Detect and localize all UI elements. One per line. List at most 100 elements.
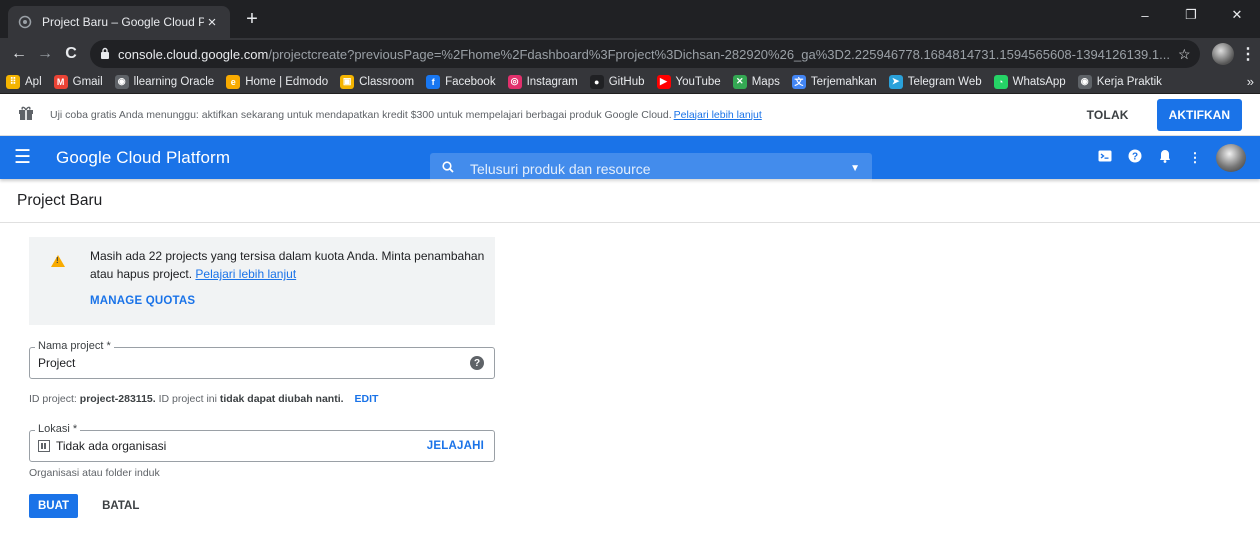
page-title: Project Baru	[17, 191, 103, 209]
create-button[interactable]: BUAT	[29, 494, 79, 518]
project-id-hint: ID project: project-283115. ID project i…	[29, 393, 1260, 405]
bookmark-label: llearning Oracle	[133, 75, 215, 88]
bookmark-home-edmodo[interactable]: e Home | Edmodo	[226, 74, 329, 89]
youtube-icon: ▶	[656, 74, 671, 89]
bookmark-kerja-praktik[interactable]: ◉ Kerja Praktik	[1077, 74, 1162, 89]
reload-icon[interactable]: C	[58, 40, 84, 68]
project-name-input[interactable]: Project	[38, 356, 75, 370]
chevron-down-icon[interactable]: ▼	[850, 163, 860, 174]
browse-location-button[interactable]: JELAJAHI	[427, 440, 484, 452]
bookmark-facebook[interactable]: f Facebook	[426, 74, 496, 89]
project-name-label: Nama project *	[35, 340, 114, 352]
bookmark-label: YouTube	[675, 75, 721, 88]
bookmark-label: Telegram Web	[907, 75, 982, 88]
bookmarks-bar: ⠿ Apl M Gmail ◉ llearning Oracle e Home | Edmod…	[0, 70, 1260, 94]
browser-toolbar: ← → C console.cloud.google.com /projectc…	[0, 38, 1260, 70]
translate-icon: 文	[791, 74, 806, 89]
globe-icon: ◉	[114, 74, 129, 89]
cancel-button[interactable]: BATAL	[102, 500, 139, 512]
bookmark-label: Maps	[751, 75, 780, 88]
bookmark-label: Classroom	[359, 75, 415, 88]
manage-quotas-button[interactable]: MANAGE QUOTAS	[90, 295, 495, 307]
bookmark-llearning-oracle[interactable]: ◉ llearning Oracle	[114, 74, 215, 89]
activate-button[interactable]: AKTIFKAN	[1156, 98, 1242, 131]
whatsapp-icon: ◔	[993, 74, 1008, 89]
bookmark-terjemahkan[interactable]: 文 Terjemahkan	[791, 74, 877, 89]
product-title[interactable]: Google Cloud Platform	[56, 148, 230, 168]
warning-icon	[51, 255, 65, 267]
bookmark-label: WhatsApp	[1012, 75, 1066, 88]
location-hint: Organisasi atau folder induk	[29, 467, 160, 479]
form-actions: BUAT BATAL	[29, 494, 1260, 518]
search-icon	[442, 161, 454, 176]
tab-title: Project Baru – Google Cloud Platf	[42, 15, 204, 29]
url-path: /projectcreate?previousPage=%2Fhome%2Fda…	[268, 46, 1170, 62]
classroom-icon: ▣	[340, 74, 355, 89]
bookmark-youtube[interactable]: ▶ YouTube	[656, 74, 721, 89]
hamburger-menu-icon[interactable]: ☰	[14, 146, 38, 169]
new-tab-icon[interactable]: +	[240, 7, 264, 31]
bookmarks-overflow-icon[interactable]: »	[1247, 74, 1254, 89]
gcp-favicon-icon	[18, 15, 32, 29]
bookmark-apl[interactable]: ⠿ Apl	[6, 74, 42, 89]
window-controls: – ❐ ✕	[1122, 0, 1260, 30]
gift-icon	[18, 105, 38, 124]
project-name-field[interactable]: Nama project * Project ?	[29, 340, 495, 379]
browser-menu-icon[interactable]: ⋮	[1240, 44, 1256, 64]
bookmark-star-icon[interactable]: ☆	[1170, 46, 1191, 63]
cloud-shell-icon[interactable]	[1090, 149, 1120, 166]
apps-grid-icon: ⠿	[6, 74, 20, 89]
bookmark-label: Apl	[25, 75, 42, 88]
svg-text:?: ?	[1132, 152, 1138, 163]
project-id-value: project-283115.	[79, 393, 156, 405]
search-bar[interactable]: Telusuri produk dan resource ▼	[430, 153, 872, 184]
lock-icon	[100, 47, 110, 62]
search-placeholder: Telusuri produk dan resource	[470, 160, 651, 177]
project-id-prefix: ID project:	[29, 393, 77, 405]
bookmark-telegram-web[interactable]: ➤ Telegram Web	[888, 74, 982, 89]
bookmark-whatsapp[interactable]: ◔ WhatsApp	[993, 74, 1066, 89]
organization-building-icon	[38, 440, 50, 452]
back-icon[interactable]: ←	[6, 40, 32, 68]
instagram-icon: ◎	[507, 74, 522, 89]
bookmark-gmail[interactable]: M Gmail	[53, 74, 103, 89]
bookmark-classroom[interactable]: ▣ Classroom	[340, 74, 415, 89]
restore-icon[interactable]: ❐	[1168, 0, 1214, 30]
address-bar[interactable]: console.cloud.google.com /projectcreate?…	[90, 40, 1200, 68]
bookmark-label: Facebook	[445, 75, 496, 88]
more-options-icon[interactable]: ⋮	[1180, 150, 1210, 166]
bookmark-maps[interactable]: ✕ Maps	[732, 74, 780, 89]
account-avatar[interactable]	[1216, 143, 1246, 172]
help-circle-icon[interactable]: ?	[470, 356, 484, 370]
help-icon[interactable]: ?	[1120, 149, 1150, 166]
bookmark-github[interactable]: ● GitHub	[589, 74, 645, 89]
bookmark-label: Terjemahkan	[810, 75, 877, 88]
quota-learn-more-link[interactable]: Pelajari lebih lanjut	[195, 267, 296, 281]
location-value: Tidak ada organisasi	[56, 439, 167, 453]
location-field[interactable]: Lokasi * Tidak ada organisasi JELAJAHI	[29, 423, 495, 462]
edmodo-icon: e	[226, 74, 241, 89]
facebook-icon: f	[426, 74, 441, 89]
bookmark-label: Kerja Praktik	[1096, 75, 1162, 88]
quota-notice: Masih ada 22 projects yang tersisa dalam…	[29, 237, 495, 325]
edit-project-id-button[interactable]: EDIT	[354, 393, 378, 405]
close-window-icon[interactable]: ✕	[1214, 0, 1260, 30]
profile-avatar[interactable]	[1212, 43, 1234, 65]
globe-icon: ◉	[1077, 74, 1092, 89]
minimize-icon[interactable]: –	[1122, 0, 1168, 30]
tab-close-icon[interactable]: ×	[204, 14, 220, 31]
notifications-bell-icon[interactable]	[1150, 149, 1180, 166]
quota-message: Masih ada 22 projects yang tersisa dalam…	[90, 247, 500, 283]
maps-icon: ✕	[732, 74, 747, 89]
trial-banner: Uji coba gratis Anda menunggu: aktifkan …	[0, 94, 1260, 136]
location-label: Lokasi *	[35, 423, 81, 435]
browser-tab[interactable]: Project Baru – Google Cloud Platf ×	[8, 6, 230, 38]
trial-learn-more-link[interactable]: Pelajari lebih lanjut	[674, 109, 762, 121]
forward-icon[interactable]: →	[32, 40, 58, 68]
bookmark-label: Home | Edmodo	[245, 75, 329, 88]
bookmark-instagram[interactable]: ◎ Instagram	[507, 74, 578, 89]
project-id-note: ID project ini	[158, 393, 217, 405]
bookmark-label: Gmail	[72, 75, 103, 88]
github-icon: ●	[589, 74, 604, 89]
dismiss-button[interactable]: TOLAK	[1075, 100, 1141, 130]
